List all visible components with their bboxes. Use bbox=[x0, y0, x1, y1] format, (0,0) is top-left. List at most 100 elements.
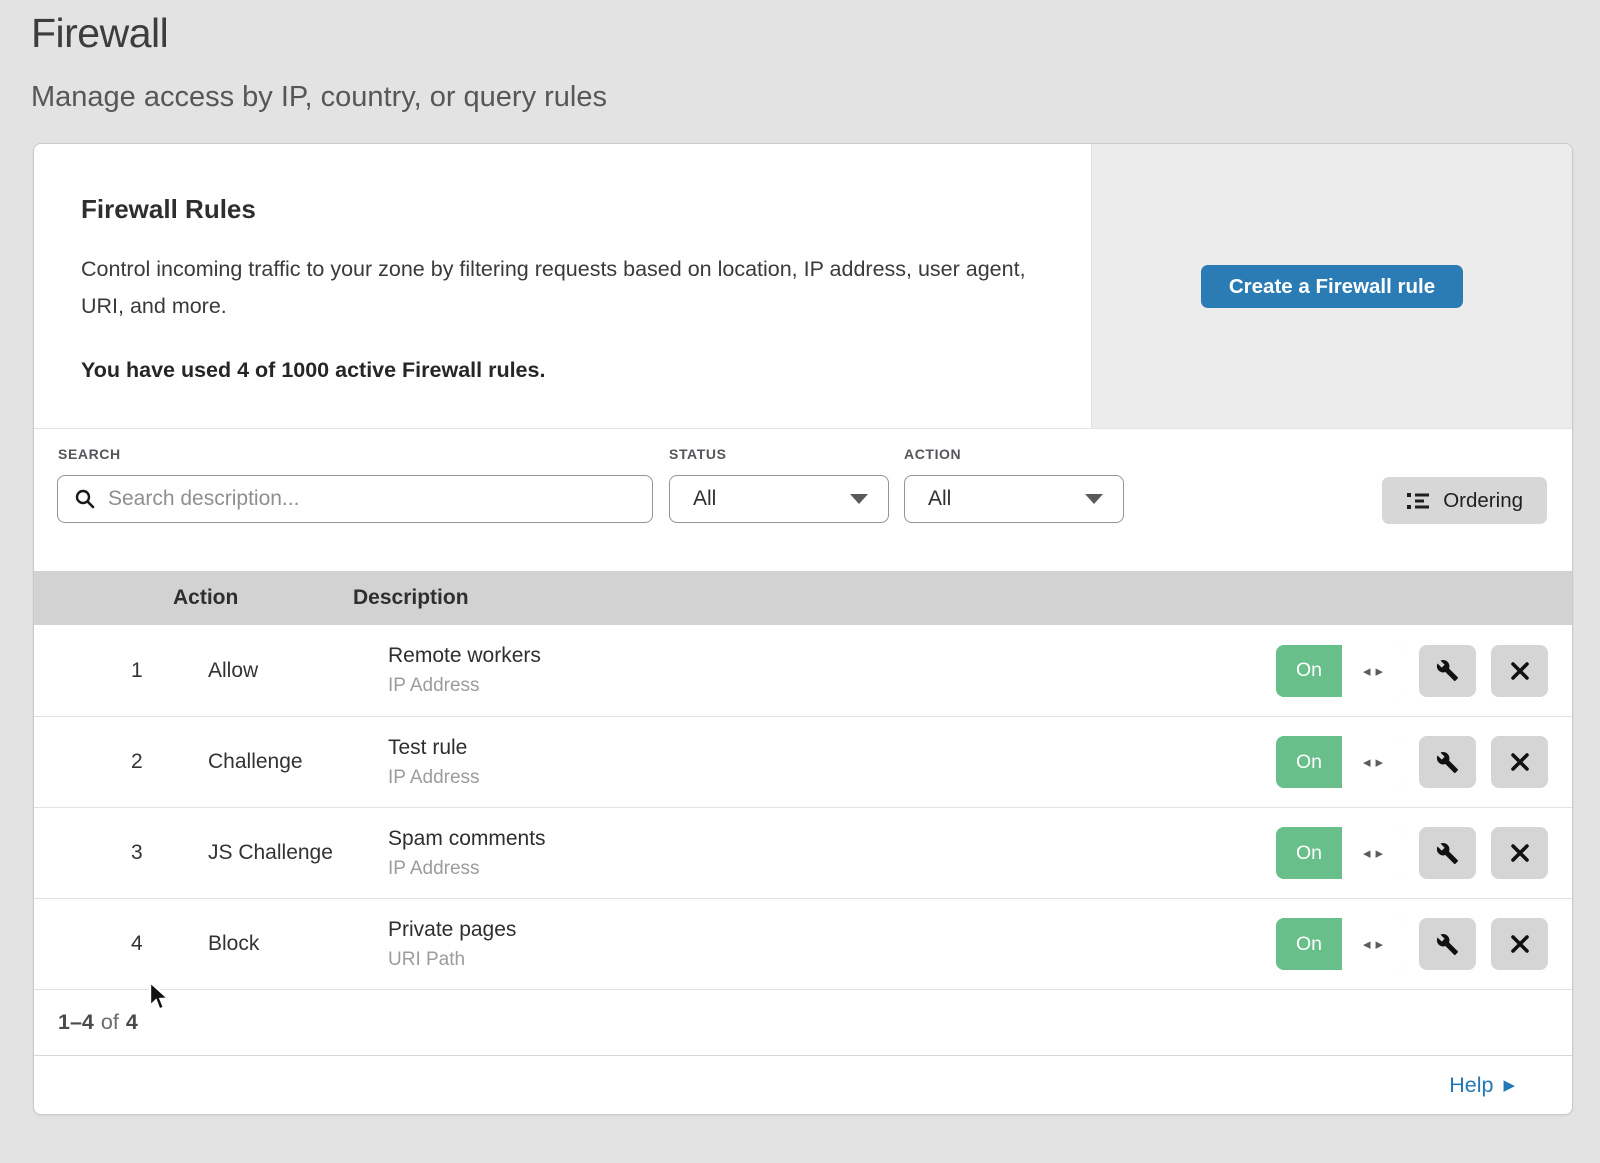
toggle-on-label: On bbox=[1276, 827, 1342, 879]
wrench-icon bbox=[1436, 842, 1459, 865]
create-rule-panel: Create a Firewall rule bbox=[1091, 144, 1572, 428]
status-select-value: All bbox=[693, 487, 716, 511]
arrow-left-icon: ◂ bbox=[1363, 935, 1371, 953]
rule-enabled-toggle[interactable]: On ◂ ▸ bbox=[1276, 645, 1404, 697]
toggle-on-label: On bbox=[1276, 918, 1342, 970]
edit-rule-button[interactable] bbox=[1419, 918, 1476, 970]
table-row: 3 JS Challenge Spam comments IP Address … bbox=[34, 807, 1572, 898]
rule-match-type: URI Path bbox=[388, 949, 516, 971]
close-icon bbox=[1510, 934, 1530, 954]
delete-rule-button[interactable] bbox=[1491, 918, 1548, 970]
delete-rule-button[interactable] bbox=[1491, 827, 1548, 879]
action-label: ACTION bbox=[904, 446, 961, 462]
chevron-down-icon bbox=[850, 494, 868, 504]
usage-summary: You have used 4 of 1000 active Firewall … bbox=[81, 358, 1051, 383]
status-label: STATUS bbox=[669, 446, 727, 462]
rule-description-cell: Private pages URI Path bbox=[388, 918, 516, 971]
wrench-icon bbox=[1436, 659, 1459, 682]
page-header: Firewall Manage access by IP, country, o… bbox=[0, 0, 1600, 114]
action-select-value: All bbox=[928, 487, 951, 511]
wrench-icon bbox=[1436, 933, 1459, 956]
toggle-on-label: On bbox=[1276, 645, 1342, 697]
toggle-handle[interactable]: ◂ ▸ bbox=[1342, 736, 1404, 788]
search-input[interactable] bbox=[108, 487, 638, 511]
rule-enabled-toggle[interactable]: On ◂ ▸ bbox=[1276, 918, 1404, 970]
pagination-of: of bbox=[101, 1010, 119, 1035]
card-description: Control incoming traffic to your zone by… bbox=[81, 251, 1026, 325]
rule-description: Private pages bbox=[388, 918, 516, 942]
create-firewall-rule-button[interactable]: Create a Firewall rule bbox=[1201, 265, 1463, 308]
rule-enabled-toggle[interactable]: On ◂ ▸ bbox=[1276, 827, 1404, 879]
rule-description-cell: Remote workers IP Address bbox=[388, 644, 541, 697]
rule-action: Allow bbox=[208, 659, 388, 683]
toggle-handle[interactable]: ◂ ▸ bbox=[1342, 645, 1404, 697]
arrow-right-icon: ▸ bbox=[1376, 662, 1384, 680]
column-header-action: Action bbox=[173, 586, 353, 610]
arrow-left-icon: ◂ bbox=[1363, 844, 1371, 862]
ordered-list-icon bbox=[1406, 491, 1430, 511]
page-title: Firewall bbox=[31, 10, 1600, 57]
close-icon bbox=[1510, 661, 1530, 681]
rule-controls: On ◂ ▸ bbox=[1276, 899, 1548, 989]
help-link[interactable]: Help ▶ bbox=[1449, 1073, 1515, 1098]
table-row: 4 Block Private pages URI Path On ◂ ▸ bbox=[34, 898, 1572, 989]
status-select[interactable]: All bbox=[669, 475, 889, 523]
chevron-down-icon bbox=[1085, 494, 1103, 504]
rules-table-body: 1 Allow Remote workers IP Address On ◂ ▸ bbox=[34, 625, 1572, 989]
delete-rule-button[interactable] bbox=[1491, 645, 1548, 697]
search-label: SEARCH bbox=[58, 446, 121, 462]
rule-controls: On ◂ ▸ bbox=[1276, 717, 1548, 807]
rule-controls: On ◂ ▸ bbox=[1276, 808, 1548, 898]
pagination-total: 4 bbox=[126, 1010, 138, 1035]
arrow-left-icon: ◂ bbox=[1363, 662, 1371, 680]
rule-description: Test rule bbox=[388, 736, 480, 760]
page-subtitle: Manage access by IP, country, or query r… bbox=[31, 81, 1600, 114]
rule-priority: 1 bbox=[131, 659, 171, 683]
filters-bar: SEARCH STATUS All ACTION All bbox=[34, 429, 1572, 571]
help-link-label: Help bbox=[1449, 1073, 1493, 1098]
rule-enabled-toggle[interactable]: On ◂ ▸ bbox=[1276, 736, 1404, 788]
rule-action: JS Challenge bbox=[208, 841, 388, 865]
caret-right-icon: ▶ bbox=[1503, 1076, 1515, 1094]
help-bar: Help ▶ bbox=[34, 1055, 1572, 1114]
arrow-left-icon: ◂ bbox=[1363, 753, 1371, 771]
toggle-handle[interactable]: ◂ ▸ bbox=[1342, 827, 1404, 879]
search-box bbox=[57, 475, 653, 523]
edit-rule-button[interactable] bbox=[1419, 827, 1476, 879]
table-row: 1 Allow Remote workers IP Address On ◂ ▸ bbox=[34, 625, 1572, 716]
toggle-handle[interactable]: ◂ ▸ bbox=[1342, 918, 1404, 970]
rule-priority: 4 bbox=[131, 932, 171, 956]
ordering-button[interactable]: Ordering bbox=[1382, 477, 1547, 524]
close-icon bbox=[1510, 843, 1530, 863]
close-icon bbox=[1510, 752, 1530, 772]
wrench-icon bbox=[1436, 751, 1459, 774]
rule-match-type: IP Address bbox=[388, 767, 480, 789]
search-icon bbox=[74, 488, 96, 510]
pagination: 1–4 of 4 bbox=[34, 989, 1572, 1055]
rule-match-type: IP Address bbox=[388, 858, 546, 880]
firewall-rules-card: Firewall Rules Control incoming traffic … bbox=[33, 143, 1573, 1115]
action-select[interactable]: All bbox=[904, 475, 1124, 523]
toggle-on-label: On bbox=[1276, 736, 1342, 788]
ordering-button-label: Ordering bbox=[1443, 489, 1523, 513]
table-row: 2 Challenge Test rule IP Address On ◂ ▸ bbox=[34, 716, 1572, 807]
rule-description: Remote workers bbox=[388, 644, 541, 668]
rule-priority: 2 bbox=[131, 750, 171, 774]
edit-rule-button[interactable] bbox=[1419, 736, 1476, 788]
arrow-right-icon: ▸ bbox=[1376, 753, 1384, 771]
rule-action: Block bbox=[208, 932, 388, 956]
edit-rule-button[interactable] bbox=[1419, 645, 1476, 697]
arrow-right-icon: ▸ bbox=[1376, 844, 1384, 862]
pagination-range: 1–4 bbox=[58, 1010, 94, 1035]
rule-priority: 3 bbox=[131, 841, 171, 865]
table-header: Action Description bbox=[34, 571, 1572, 625]
rule-match-type: IP Address bbox=[388, 675, 541, 697]
column-header-description: Description bbox=[353, 586, 469, 610]
rule-description-cell: Spam comments IP Address bbox=[388, 827, 546, 880]
rule-description: Spam comments bbox=[388, 827, 546, 851]
card-info: Firewall Rules Control incoming traffic … bbox=[34, 144, 1091, 428]
card-top-section: Firewall Rules Control incoming traffic … bbox=[34, 144, 1572, 429]
rule-controls: On ◂ ▸ bbox=[1276, 625, 1548, 716]
delete-rule-button[interactable] bbox=[1491, 736, 1548, 788]
rule-action: Challenge bbox=[208, 750, 388, 774]
